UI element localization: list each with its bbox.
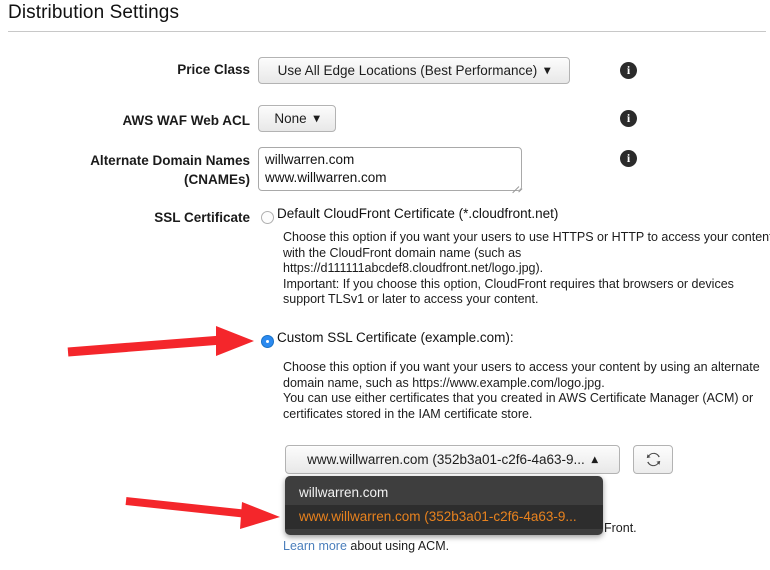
waf-acl-label: AWS WAF Web ACL [122,113,251,128]
ssl-certificate-label: SSL Certificate [154,210,250,225]
custom-certificate-help-text: Choose this option if you want your user… [283,360,763,422]
radio-default-cloudfront-certificate-label[interactable]: Default CloudFront Certificate (*.cloudf… [277,206,558,221]
page-title: Distribution Settings [8,2,180,23]
price-class-label: Price Class [177,62,250,77]
help-line: You can use either certificates that you… [283,391,754,405]
refresh-certificates-button[interactable] [633,445,673,474]
radio-custom-ssl-certificate-label[interactable]: Custom SSL Certificate (example.com): [277,330,514,345]
help-line: with the CloudFront domain name (such as [283,245,522,260]
radio-default-cloudfront-certificate[interactable] [261,211,274,224]
help-line: Choose this option if you want your user… [283,360,760,374]
arrow-to-custom-ssl-radio [67,326,254,357]
help-line: certificates stored in the IAM certifica… [283,406,533,421]
help-line: https://d111111abcdef8.cloudfront.net/lo… [283,261,544,275]
waf-acl-select[interactable]: None ▾ [258,105,336,132]
certificate-select-menu[interactable]: willwarren.com www.willwarren.com (352b3… [285,476,603,535]
chevron-up-icon: ▴ [591,451,598,466]
refresh-icon [646,452,660,467]
waf-acl-select-value: None [274,111,307,126]
acm-learn-more-line: Learn more about using ACM. [283,539,449,553]
price-class-select-value: Use All Edge Locations (Best Performance… [277,63,538,78]
help-line: Important: If you choose this option, Cl… [283,276,734,291]
chevron-down-icon: ▾ [544,62,551,77]
help-line: domain name, such as https://www.example… [283,375,605,390]
acm-footer-text: about using ACM. [346,539,450,553]
menu-item-www-willwarren-com[interactable]: www.willwarren.com (352b3a01-c2f6-4a63-9… [285,505,603,529]
radio-custom-ssl-certificate[interactable] [261,335,274,348]
help-line: Choose this option if you want your user… [283,230,770,244]
title-divider [8,31,766,32]
certificate-select[interactable]: www.willwarren.com (352b3a01-c2f6-4a63-9… [285,445,620,474]
arrow-to-highlighted-menu-item [125,497,280,529]
cloudfront-distribution-settings-screen: Distribution Settings Price Class Use Al… [0,0,770,570]
chevron-down-icon: ▾ [313,110,320,125]
info-icon-price-class[interactable]: i [620,62,637,79]
cnames-textarea[interactable]: willwarren.com www.willwarren.com [258,147,522,191]
price-class-select[interactable]: Use All Edge Locations (Best Performance… [258,57,570,84]
default-certificate-help-text: Choose this option if you want your user… [283,230,770,308]
help-line: support TLSv1 or later to access your co… [283,292,539,306]
menu-item-willwarren-com[interactable]: willwarren.com [285,481,603,505]
cnames-label-line2: (CNAMEs) [184,172,250,187]
info-icon-waf-acl[interactable]: i [620,110,637,127]
cnames-textarea-wrap: willwarren.com www.willwarren.com [258,147,523,194]
learn-more-link[interactable]: Learn more [283,539,347,553]
cnames-label-line1: Alternate Domain Names [90,153,250,168]
info-icon-cnames[interactable]: i [620,150,637,167]
obscured-help-text-tail: Front. [604,521,637,535]
certificate-select-value: www.willwarren.com (352b3a01-c2f6-4a63-9… [307,452,585,467]
cnames-label: Alternate Domain Names (CNAMEs) [40,151,250,189]
